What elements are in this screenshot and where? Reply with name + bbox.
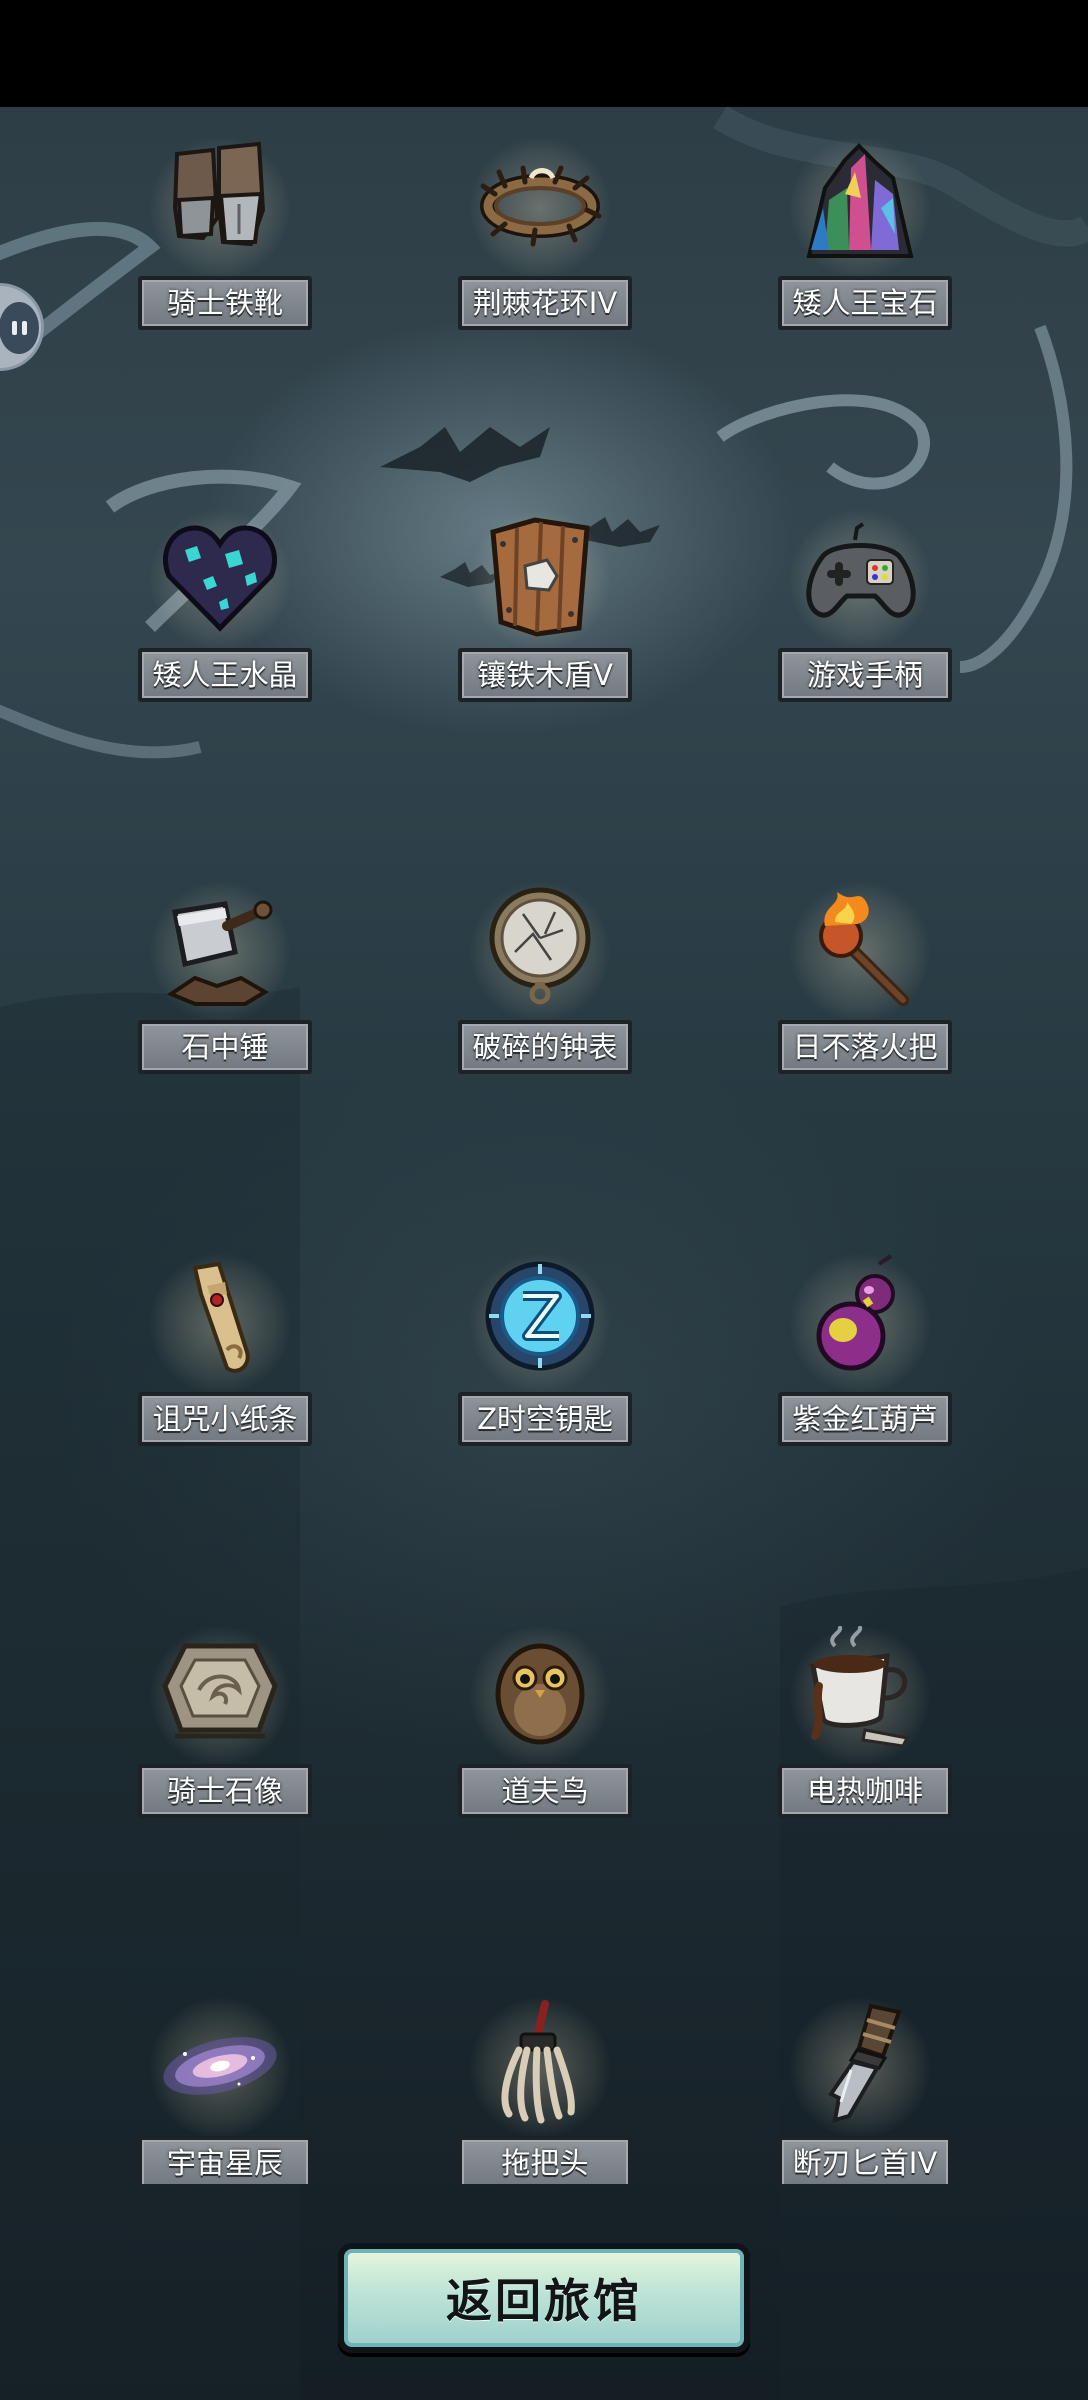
mop-head-icon: [501, 2000, 575, 2124]
item-card[interactable]: 断刃匕首IV: [770, 1998, 952, 2184]
galaxy-icon: [163, 2037, 277, 2095]
item-label: 破碎的钟表: [458, 1020, 632, 1074]
item-label: 电热咖啡: [778, 1764, 952, 1818]
gourd-icon: [816, 1254, 895, 1371]
item-card[interactable]: 日不落火把: [770, 882, 952, 1122]
thorn-wreath-icon: [480, 165, 602, 247]
return-button-label: 返回旅馆: [446, 2274, 642, 2328]
broken-pocket-watch-icon: [489, 887, 591, 1005]
dwarf-crystal-icon: [162, 525, 278, 632]
item-label: 石中锤: [138, 1020, 312, 1074]
item-card[interactable]: 石中锤: [130, 882, 312, 1122]
coffee-cup-icon: [810, 1626, 910, 1748]
item-card[interactable]: Z时空钥匙: [450, 1254, 632, 1494]
item-card[interactable]: 紫金红葫芦: [770, 1254, 952, 1494]
item-card[interactable]: 游戏手柄: [770, 510, 952, 750]
item-card[interactable]: 拖把头: [450, 1998, 632, 2184]
broken-dagger-icon: [828, 2003, 902, 2123]
iron-boots-icon: [172, 141, 266, 247]
item-label: 宇宙星辰: [138, 2136, 312, 2184]
item-card[interactable]: 宇宙星辰: [130, 1998, 312, 2184]
item-label: 游戏手柄: [778, 648, 952, 702]
item-label: Z时空钥匙: [458, 1392, 632, 1446]
spacetime-key-icon: [485, 1261, 595, 1371]
item-label: 矮人王宝石: [778, 276, 952, 330]
knight-statue-icon: [162, 1643, 278, 1739]
item-card[interactable]: 镶铁木盾V: [450, 510, 632, 750]
item-card[interactable]: 荆棘花环IV: [450, 138, 632, 378]
item-label: 紫金红葫芦: [778, 1392, 952, 1446]
hammer-in-stone-icon: [166, 900, 273, 1006]
item-card[interactable]: 骑士铁靴: [130, 138, 312, 378]
item-label: 断刃匕首IV: [778, 2136, 952, 2184]
item-card[interactable]: 矮人王宝石: [770, 138, 952, 378]
item-label: 镶铁木盾V: [458, 648, 632, 702]
item-card[interactable]: 矮人王水晶: [130, 510, 312, 750]
item-grid: 骑士铁靴 荆棘花环IV 矮人王宝石 矮人王水晶 镶铁木盾V 游戏手柄 石中锤 破…: [0, 0, 1088, 2184]
item-label: 骑士铁靴: [138, 276, 312, 330]
wooden-shield-icon: [490, 517, 590, 637]
item-card[interactable]: 诅咒小纸条: [130, 1254, 312, 1494]
cursed-scroll-icon: [192, 1261, 250, 1373]
gamepad-icon: [806, 522, 916, 618]
item-label: 拖把头: [458, 2136, 632, 2184]
item-card[interactable]: 道夫鸟: [450, 1626, 632, 1866]
owl-bird-icon: [495, 1643, 585, 1745]
dwarf-gem-icon: [806, 143, 914, 258]
item-label: 荆棘花环IV: [458, 276, 632, 330]
item-label: 矮人王水晶: [138, 648, 312, 702]
item-label: 骑士石像: [138, 1764, 312, 1818]
item-label: 日不落火把: [778, 1020, 952, 1074]
item-card[interactable]: 骑士石像: [130, 1626, 312, 1866]
item-label: 道夫鸟: [458, 1764, 632, 1818]
item-card[interactable]: 电热咖啡: [770, 1626, 952, 1866]
torch-icon: [819, 892, 909, 1006]
item-card[interactable]: 破碎的钟表: [450, 882, 632, 1122]
item-label: 诅咒小纸条: [138, 1392, 312, 1446]
return-to-inn-button[interactable]: 返回旅馆: [338, 2243, 750, 2353]
